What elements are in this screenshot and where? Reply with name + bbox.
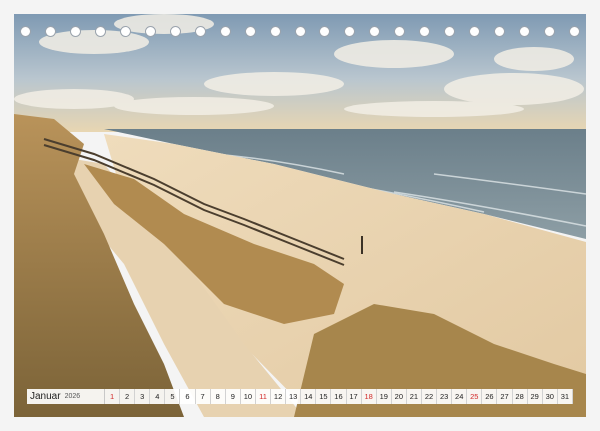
calendar-day: 27	[497, 389, 513, 404]
calendar-day: 26	[482, 389, 498, 404]
month-name: Januar	[30, 391, 61, 402]
binding-hole	[494, 26, 506, 37]
calendar-day: 21	[407, 389, 422, 404]
calendar-day: 8	[211, 389, 226, 404]
calendar-day: 7	[196, 389, 211, 404]
calendar-day: 6	[180, 389, 196, 404]
calendar-day: 12	[271, 389, 287, 404]
beach-scene	[14, 14, 586, 417]
binding-hole	[319, 26, 331, 37]
binding-hole	[44, 26, 56, 37]
binding-hole	[369, 26, 381, 37]
binding-hole	[294, 26, 306, 37]
binding-hole	[194, 26, 206, 37]
binding-hole	[69, 26, 81, 37]
calendar-day: 29	[528, 389, 543, 404]
calendar-day: 2	[120, 389, 136, 404]
calendar-day: 13	[286, 389, 302, 404]
calendar-day: 5	[165, 389, 181, 404]
binding-hole	[269, 26, 281, 37]
calendar-day: 23	[437, 389, 453, 404]
landscape-photo	[14, 14, 586, 417]
calendar-day: 30	[543, 389, 558, 404]
binding-hole	[94, 26, 106, 37]
binding-hole	[244, 26, 256, 37]
binding-hole	[519, 26, 531, 37]
spiral-binding	[20, 24, 580, 40]
binding-hole	[569, 26, 580, 37]
binding-hole	[419, 26, 431, 37]
year-label: 2026	[64, 393, 81, 400]
calendar-day: 14	[301, 389, 317, 404]
binding-hole	[444, 26, 456, 37]
calendar-day: 22	[422, 389, 438, 404]
binding-hole	[544, 26, 556, 37]
binding-hole	[20, 26, 31, 37]
binding-hole	[144, 26, 156, 37]
binding-hole	[469, 26, 481, 37]
calendar-day: 10	[241, 389, 256, 404]
day-strip: 1 2 3 4 5 6 7 8 9 10 11 12 13 14 15 16 17 18 19 20 21 22 23 24 2…	[105, 389, 573, 404]
binding-hole	[219, 26, 231, 37]
binding-hole	[344, 26, 356, 37]
calendar-day: 31	[558, 389, 573, 404]
calendar-day: 17	[347, 389, 362, 404]
calendar-day: 18	[362, 389, 377, 404]
calendar-day: 24	[452, 389, 468, 404]
calendar-day: 20	[392, 389, 407, 404]
calendar-day: 1	[105, 389, 121, 404]
binding-hole	[394, 26, 406, 37]
calendar-day: 16	[331, 389, 347, 404]
calendar-day: 11	[256, 389, 272, 404]
calendar-page: Januar 2026 1 2 3 4 5 6 7 8 9 10 11 12 13 14 15 16 17 18 1…	[0, 0, 600, 431]
calendar-bar: Januar 2026 1 2 3 4 5 6 7 8 9 10 11 12 13 14 15 16 17 18 1…	[27, 389, 573, 404]
calendar-day: 19	[377, 389, 392, 404]
binding-hole	[169, 26, 181, 37]
month-label: Januar 2026	[27, 389, 105, 404]
calendar-day: 25	[467, 389, 483, 404]
calendar-day: 9	[226, 389, 241, 404]
calendar-day: 28	[513, 389, 528, 404]
calendar-day: 4	[150, 389, 166, 404]
calendar-day: 15	[316, 389, 332, 404]
binding-hole	[119, 26, 131, 37]
calendar-day: 3	[135, 389, 151, 404]
